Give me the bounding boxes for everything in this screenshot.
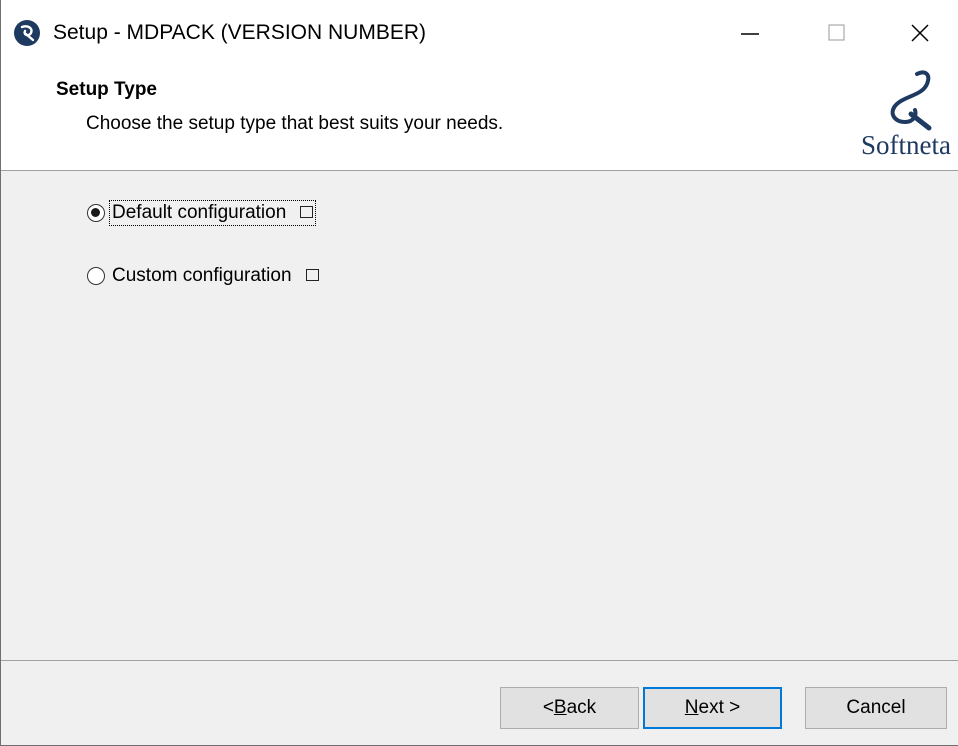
cancel-button[interactable]: Cancel <box>805 687 947 729</box>
title-bar[interactable]: Setup - MDPACK (VERSION NUMBER) <box>1 0 958 66</box>
cancel-button-label: Cancel <box>846 697 906 718</box>
back-button-prefix: < <box>542 697 554 718</box>
default-configuration-label[interactable]: Default configuration <box>108 200 317 226</box>
wizard-header: Setup Type Choose the setup type that be… <box>1 66 958 171</box>
default-configuration-option[interactable]: Default configuration <box>87 198 317 228</box>
footer-separator <box>1 660 958 661</box>
custom-configuration-radio[interactable] <box>87 267 105 285</box>
default-configuration-text: Default configuration <box>112 202 287 223</box>
minimize-button[interactable] <box>709 0 791 66</box>
custom-configuration-option[interactable]: Custom configuration <box>87 261 321 291</box>
custom-configuration-label[interactable]: Custom configuration <box>110 264 321 288</box>
maximize-button[interactable] <box>796 0 878 66</box>
logo-text: Softneta <box>861 130 951 160</box>
next-button-mnemonic: N <box>684 697 699 718</box>
minimize-icon <box>741 33 759 35</box>
square-glyph-icon <box>300 205 314 218</box>
close-icon <box>911 24 929 42</box>
maximize-icon <box>828 24 845 41</box>
window-title: Setup - MDPACK (VERSION NUMBER) <box>53 21 427 44</box>
next-button-suffix: ext > <box>698 697 741 718</box>
back-button-mnemonic: B <box>553 697 567 718</box>
custom-configuration-text: Custom configuration <box>112 265 292 286</box>
app-icon <box>14 20 40 46</box>
back-button[interactable]: < Back <box>500 687 639 729</box>
setup-window: Setup - MDPACK (VERSION NUMBER) Setup Ty… <box>0 0 958 746</box>
next-button[interactable]: Next > <box>643 687 782 729</box>
square-glyph-icon <box>305 268 319 281</box>
close-button[interactable] <box>879 0 958 66</box>
back-button-suffix: ack <box>566 697 597 718</box>
default-configuration-radio[interactable] <box>87 204 105 222</box>
page-subtitle: Choose the setup type that best suits yo… <box>86 113 504 134</box>
page-title: Setup Type <box>56 79 157 100</box>
